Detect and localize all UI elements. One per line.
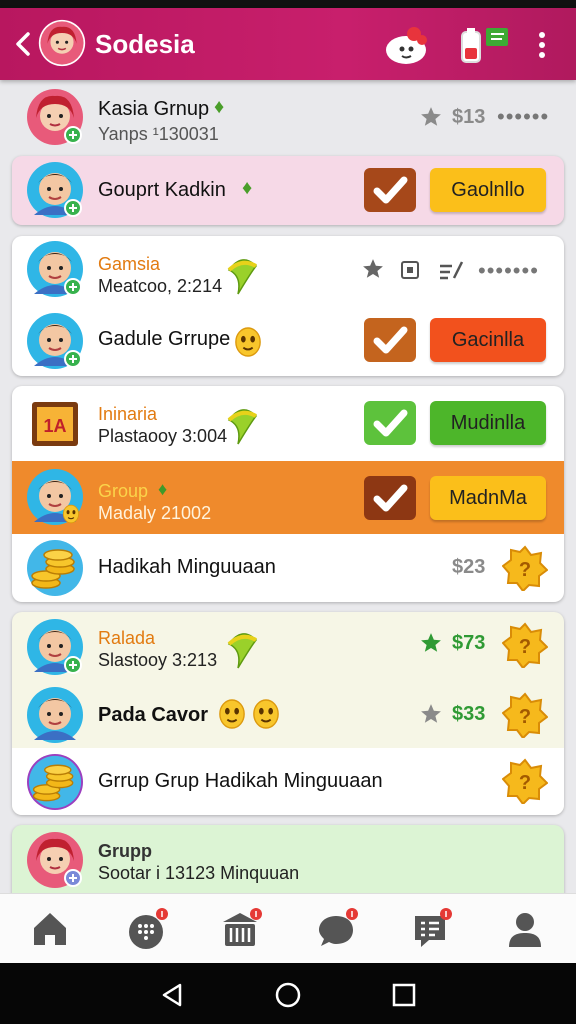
item-name: Group <box>98 481 149 501</box>
coins-icon <box>27 754 83 810</box>
list-card: 1A Ininaria Plastaooy 3:004 Mudinlla Gro… <box>12 386 564 602</box>
checkbox-icon[interactable] <box>364 476 416 520</box>
recents-icon[interactable] <box>390 981 418 1009</box>
list-item[interactable]: Kasia Grnup ♦ Yanps ¹130031 $13 •••••• <box>12 86 564 150</box>
avatar <box>26 618 84 676</box>
list-card: Gouprt Kadkin ♦ Gaolnllo <box>12 156 564 225</box>
list-card: Ralada Slastooy 3:213 $73 Pada Cavor $33… <box>12 612 564 815</box>
home-circle-icon[interactable] <box>274 981 302 1009</box>
item-name: Kasia Grnup <box>98 98 210 120</box>
calendar-icon: 1A <box>32 402 78 446</box>
item-subtitle: Sootar i 13123 Minquuan <box>98 863 300 883</box>
bubble-icon[interactable] <box>384 22 430 68</box>
item-name: Ininaria <box>98 404 158 424</box>
avatar <box>26 468 84 526</box>
list-item[interactable]: Gamsia Meatcoo, 2:214 ••••••• <box>12 236 564 306</box>
item-price: $33 <box>452 703 486 725</box>
list-card: Gamsia Meatcoo, 2:214 ••••••• Gadule Grr… <box>12 236 564 376</box>
item-name: Grupp <box>98 841 152 861</box>
item-name: Grrup Grup Hadikah Minguuaan <box>98 770 383 792</box>
item-price: $13 <box>452 106 486 128</box>
profile-icon[interactable] <box>500 904 550 954</box>
checkbox-icon[interactable] <box>364 168 416 212</box>
avatar <box>26 88 84 146</box>
item-subtitle: Slastooy 3:213 <box>98 650 218 670</box>
gold-star-icon[interactable] <box>502 622 548 668</box>
svg-text:1A: 1A <box>43 416 66 436</box>
list-item[interactable]: Gadule Grrupe Gacinlla <box>12 306 564 376</box>
smiley-icon <box>252 699 280 729</box>
sort-icon[interactable] <box>438 260 464 280</box>
dialpad-icon[interactable] <box>121 904 171 954</box>
list-item[interactable]: Ralada Slastooy 3:213 $73 <box>12 612 564 682</box>
avatar <box>26 686 84 744</box>
list-item[interactable]: Grupp Sootar i 13123 Minquuan <box>12 825 564 895</box>
chat-icon[interactable] <box>311 904 361 954</box>
list-item[interactable]: Pada Cavor $33 <box>12 682 564 748</box>
system-nav-bar <box>0 963 576 1024</box>
item-name: Gadule Grrupe <box>98 328 231 350</box>
stop-icon[interactable] <box>400 260 420 280</box>
more-vert-icon[interactable] <box>532 28 552 62</box>
money-icon: ♦ <box>158 479 168 499</box>
page-title: Sodesia <box>95 29 195 59</box>
action-button[interactable]: MadnMa <box>430 476 546 520</box>
list-item[interactable]: Gouprt Kadkin ♦ Gaolnllo <box>12 156 564 225</box>
status-bar <box>0 0 576 8</box>
list-item[interactable]: Hadikah Minguuaan $23 <box>12 534 564 602</box>
battery-icon[interactable] <box>458 24 514 66</box>
more-icon[interactable]: •••••• <box>497 104 549 130</box>
item-subtitle: Yanps ¹130031 <box>98 124 219 144</box>
action-button[interactable]: Mudinlla <box>430 401 546 445</box>
bottom-nav <box>0 893 576 963</box>
avatar <box>26 312 84 370</box>
item-name: Pada Cavor <box>98 704 209 726</box>
item-subtitle: Meatcoo, 2:214 <box>98 276 223 296</box>
star-icon[interactable] <box>420 106 442 128</box>
gold-star-icon[interactable] <box>502 545 548 591</box>
back-arrow-icon[interactable] <box>12 30 34 58</box>
item-subtitle: Madaly 21002 <box>98 503 212 523</box>
smiley-icon <box>218 699 246 729</box>
item-price: $23 <box>452 556 486 578</box>
star-icon[interactable] <box>420 632 442 654</box>
messages-icon[interactable] <box>405 904 455 954</box>
list-item[interactable]: 1A Ininaria Plastaooy 3:004 Mudinlla <box>12 386 564 461</box>
item-price: $73 <box>452 632 486 654</box>
avatar[interactable] <box>38 19 86 67</box>
more-icon[interactable]: ••••••• <box>478 258 539 284</box>
list-item[interactable]: Group ♦ Madaly 21002 MadnMa <box>12 461 564 534</box>
action-button[interactable]: Gacinlla <box>430 318 546 362</box>
item-name: Gouprt Kadkin <box>98 179 226 201</box>
money-icon: ♦ <box>214 96 225 118</box>
avatar <box>26 161 84 219</box>
item-name: Ralada <box>98 628 156 648</box>
avatar <box>26 831 84 889</box>
star-icon[interactable] <box>420 703 442 725</box>
smiley-icon <box>234 327 262 357</box>
action-button[interactable]: Gaolnllo <box>430 168 546 212</box>
avatar <box>26 240 84 298</box>
item-name: Hadikah Minguuaan <box>98 556 276 578</box>
gold-star-icon[interactable] <box>502 692 548 738</box>
list-item[interactable]: Grrup Grup Hadikah Minguuaan <box>12 748 564 815</box>
checkbox-icon[interactable] <box>364 318 416 362</box>
pin-icon <box>227 631 258 670</box>
pin-icon <box>227 407 258 446</box>
item-name: Gamsia <box>98 254 161 274</box>
money-icon: ♦ <box>242 177 253 199</box>
coins-icon <box>26 539 84 597</box>
home-icon[interactable] <box>25 904 75 954</box>
checkbox-icon[interactable] <box>364 401 416 445</box>
pin-icon <box>227 257 258 296</box>
item-subtitle: Plastaooy 3:004 <box>98 426 228 446</box>
gold-star-icon[interactable] <box>502 758 548 804</box>
star-icon[interactable] <box>362 258 384 280</box>
app-bar: Sodesia <box>0 8 576 80</box>
back-icon[interactable] <box>158 981 186 1009</box>
bank-icon[interactable] <box>215 904 265 954</box>
